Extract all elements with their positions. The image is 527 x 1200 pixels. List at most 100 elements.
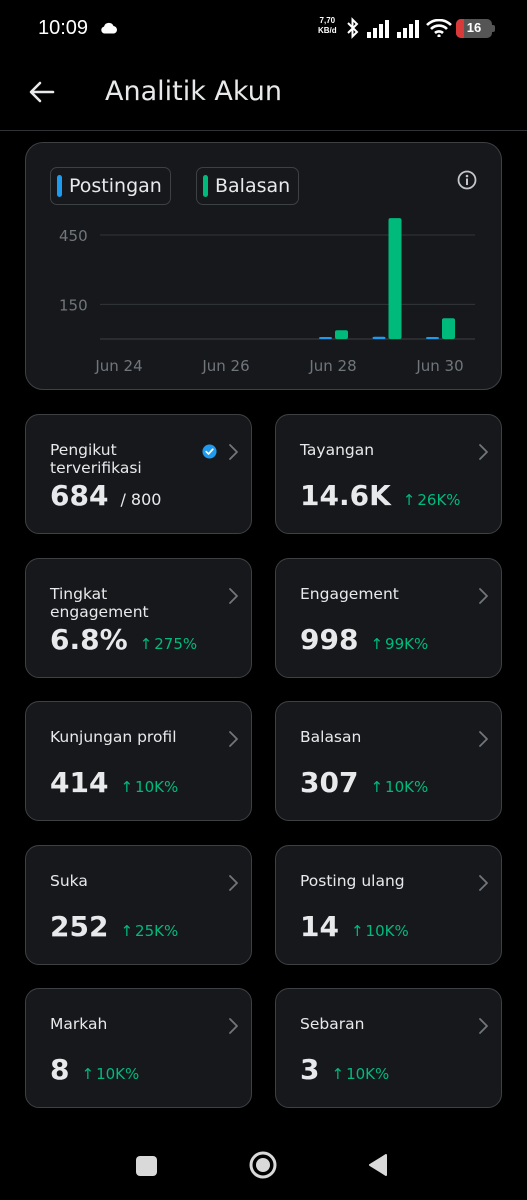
stat-value-row: 6.8% ↑ 275% [50, 623, 197, 656]
stat-change-value: 10K% [135, 778, 179, 796]
stat-change: ↑ 10K% [370, 778, 428, 796]
system-nav-bar [0, 1130, 527, 1200]
chevron-right-icon [229, 588, 238, 604]
chevron-right-icon [229, 444, 238, 460]
stat-label: Suka [50, 872, 88, 890]
chevron-right-icon [229, 875, 238, 891]
stat-change: ↑ 25K% [120, 922, 178, 940]
speed-unit: KB/d [318, 26, 337, 35]
wifi-icon [426, 19, 452, 37]
stat-card[interactable]: Tayangan 14.6K ↑ 26K% [275, 414, 502, 534]
stat-change: ↑ 275% [140, 635, 197, 653]
battery-indicator: 16 [456, 19, 492, 38]
bar-postingan-jun-29[interactable] [372, 336, 386, 339]
stat-card[interactable]: Pengikut terverifikasi 684 / 800 [25, 414, 252, 534]
stat-card[interactable]: Posting ulang 14 ↑ 10K% [275, 845, 502, 965]
chevron-right-icon [479, 588, 488, 604]
chevron-right-icon [229, 731, 238, 747]
speed-value: 7,70 [319, 16, 336, 25]
stat-change: ↑ 99K% [370, 635, 428, 653]
chevron-right-icon [479, 731, 488, 747]
y-tick-label: 450 [59, 227, 88, 245]
stat-value-row: 414 ↑ 10K% [50, 766, 178, 799]
activity-chart-card: Postingan Balasan 450 150 Jun 24 Jun 26 Jun … [25, 142, 502, 390]
chevron-right-icon [479, 444, 488, 460]
stat-value-row: 998 ↑ 99K% [300, 623, 428, 656]
x-tick-label: Jun 24 [94, 357, 142, 375]
stat-label: Posting ulang [300, 872, 405, 890]
stat-card[interactable]: Tingkat engagement 6.8% ↑ 275% [25, 558, 252, 678]
bar-postingan-jun-30[interactable] [426, 337, 439, 339]
cloud-icon [101, 22, 117, 34]
stat-label: Markah [50, 1015, 108, 1033]
stat-label: Pengikut terverifikasi [50, 441, 142, 477]
stat-change-value: 10K% [365, 922, 409, 940]
verified-badge-icon [202, 444, 217, 459]
stat-card[interactable]: Markah 8 ↑ 10K% [25, 988, 252, 1108]
stat-change: ↑ 10K% [120, 778, 178, 796]
stat-card[interactable]: Suka 252 ↑ 25K% [25, 845, 252, 965]
stat-target: / 800 [120, 490, 162, 509]
page-header: Analitik Akun [0, 58, 527, 131]
x-tick-label: Jun 30 [415, 357, 463, 375]
bar-balasan-jun-29[interactable] [388, 218, 402, 339]
arrow-up-icon: ↑ [120, 922, 134, 940]
stat-change-value: 10K% [385, 778, 429, 796]
stat-value-row: 252 ↑ 25K% [50, 910, 178, 943]
x-tick-label: Jun 28 [308, 357, 356, 375]
stat-value-row: 14.6K ↑ 26K% [300, 479, 461, 512]
stat-value: 14 [300, 910, 339, 943]
bar-balasan-jun-28[interactable] [335, 330, 348, 339]
stat-value-row: 684 / 800 [50, 479, 161, 512]
stat-change-value: 10K% [96, 1065, 140, 1083]
triangle-back-icon[interactable] [368, 1153, 388, 1177]
stat-value-row: 8 ↑ 10K% [50, 1053, 139, 1086]
stat-label: Tingkat engagement [50, 585, 149, 621]
square-icon[interactable] [136, 1156, 157, 1176]
arrow-up-icon: ↑ [331, 1065, 345, 1083]
stat-card[interactable]: Kunjungan profil 414 ↑ 10K% [25, 701, 252, 821]
bar-postingan-jun-28[interactable] [319, 337, 332, 339]
stat-value: 252 [50, 910, 109, 943]
arrow-up-icon: ↑ [120, 778, 134, 796]
chevron-right-icon [229, 1018, 238, 1034]
stat-card[interactable]: Engagement 998 ↑ 99K% [275, 558, 502, 678]
chevron-right-icon [479, 875, 488, 891]
stat-label: Tayangan [300, 441, 375, 459]
stat-value: 998 [300, 623, 359, 656]
stat-change: ↑ 10K% [331, 1065, 389, 1083]
arrow-up-icon: ↑ [139, 635, 153, 653]
stat-card[interactable]: Balasan 307 ↑ 10K% [275, 701, 502, 821]
stat-change: ↑ 26K% [403, 491, 461, 509]
arrow-up-icon: ↑ [350, 922, 364, 940]
stat-change-value: 25K% [135, 922, 179, 940]
battery-tip [492, 25, 495, 32]
arrow-up-icon: ↑ [81, 1065, 95, 1083]
page-title: Analitik Akun [105, 76, 282, 107]
stat-label: Engagement [300, 585, 399, 603]
status-time: 10:09 [38, 17, 89, 39]
y-tick-label: 150 [59, 296, 88, 314]
arrow-up-icon: ↑ [370, 778, 384, 796]
back-button[interactable] [24, 74, 60, 110]
stat-label: Sebaran [300, 1015, 365, 1033]
stat-label: Balasan [300, 728, 362, 746]
stat-value-row: 307 ↑ 10K% [300, 766, 428, 799]
stat-change-value: 275% [154, 635, 198, 653]
stat-value: 414 [50, 766, 109, 799]
stat-value: 684 [50, 479, 109, 512]
stat-change-value: 10K% [346, 1065, 390, 1083]
signal-icon [367, 20, 389, 38]
signal-icon [397, 20, 419, 38]
bar-chart: 450 150 Jun 24 Jun 26 Jun 28 Jun 30 [59, 218, 475, 375]
stat-value: 3 [300, 1053, 320, 1086]
stat-value: 14.6K [300, 479, 391, 512]
bar-balasan-jun-30[interactable] [442, 318, 455, 339]
stat-card[interactable]: Sebaran 3 ↑ 10K% [275, 988, 502, 1108]
circle-icon[interactable] [248, 1150, 278, 1180]
stat-value: 8 [50, 1053, 70, 1086]
arrow-left-icon [29, 81, 55, 103]
arrow-up-icon: ↑ [370, 635, 384, 653]
stat-label: Kunjungan profil [50, 728, 177, 746]
x-tick-label: Jun 26 [201, 357, 249, 375]
